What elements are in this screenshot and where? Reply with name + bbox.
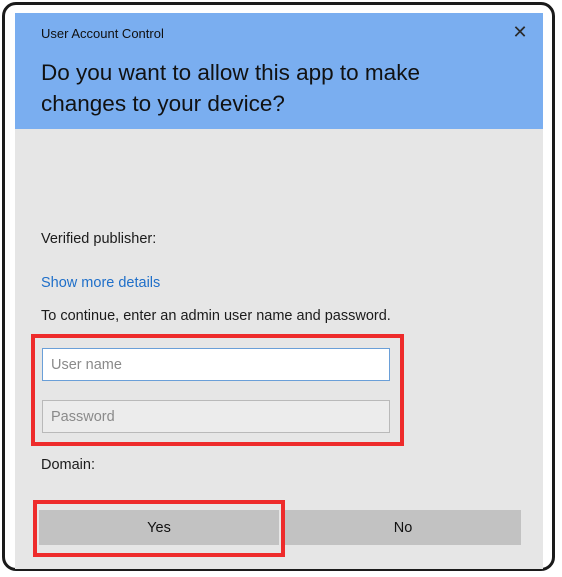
yes-button[interactable]: Yes	[39, 510, 279, 545]
dialog-header: User Account Control ✕ Do you want to al…	[15, 13, 543, 129]
show-more-details-link[interactable]: Show more details	[41, 275, 160, 291]
no-button[interactable]: No	[285, 510, 521, 545]
domain-label: Domain:	[41, 457, 95, 473]
instruction-text: To continue, enter an admin user name an…	[41, 308, 391, 324]
verified-publisher-label: Verified publisher:	[41, 231, 157, 247]
close-icon[interactable]: ✕	[509, 21, 531, 43]
username-input[interactable]	[42, 348, 390, 381]
uac-dialog: User Account Control ✕ Do you want to al…	[15, 13, 543, 569]
window-frame: User Account Control ✕ Do you want to al…	[2, 2, 555, 571]
password-input[interactable]	[42, 400, 390, 433]
dialog-heading: Do you want to allow this app to make ch…	[41, 60, 420, 116]
window-title: User Account Control	[41, 26, 164, 41]
